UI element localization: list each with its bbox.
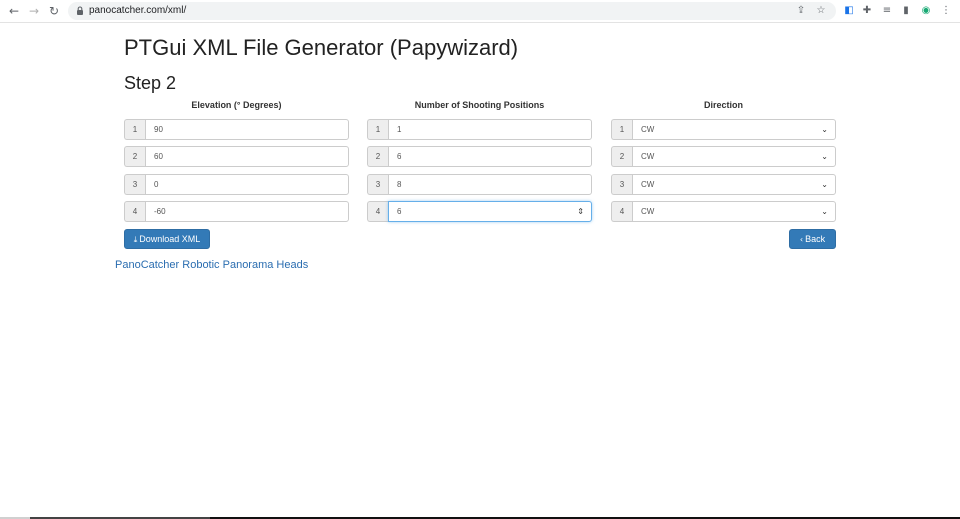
chevron-left-icon: ‹ (799, 235, 804, 244)
direction-select-3[interactable]: CW ⌄ (632, 174, 836, 195)
back-label: Back (805, 234, 826, 244)
elevation-row: 1 90 (124, 119, 349, 140)
positions-row: 3 8 (367, 174, 592, 195)
positions-header: Number of Shooting Positions (414, 100, 545, 110)
download-icon: ⤓ (133, 235, 138, 244)
forward-arrow-icon[interactable]: → (26, 3, 42, 19)
spinner-icon[interactable]: ⇕ (577, 202, 584, 221)
direction-row: 4 CW ⌄ (611, 201, 836, 222)
row-index: 1 (611, 119, 632, 140)
direction-row: 2 CW ⌄ (611, 146, 836, 167)
field-value: 8 (397, 180, 402, 189)
field-value: 90 (154, 125, 163, 134)
media-icon[interactable]: ≡ (880, 4, 894, 18)
positions-input-1[interactable]: 1 (388, 119, 592, 140)
elevation-input-4[interactable]: -60 (145, 201, 349, 222)
url-text: panocatcher.com/xml/ (89, 5, 187, 16)
positions-row: 2 6 (367, 146, 592, 167)
positions-input-4[interactable]: 6 ⇕ (388, 201, 592, 222)
direction-header: Direction (703, 100, 743, 110)
download-xml-button[interactable]: ⤓ Download XML (124, 229, 210, 249)
row-index: 2 (124, 146, 145, 167)
back-arrow-icon[interactable]: ← (6, 3, 22, 19)
row-index: 1 (367, 119, 388, 140)
direction-row: 3 CW ⌄ (611, 174, 836, 195)
field-value: CW (641, 125, 655, 134)
direction-row: 1 CW ⌄ (611, 119, 836, 140)
row-index: 4 (367, 201, 388, 222)
elevation-header: Elevation (° Degrees) (191, 100, 282, 110)
elevation-column: Elevation (° Degrees) 1 90 2 60 3 0 4 -6… (124, 100, 349, 222)
star-icon[interactable]: ☆ (814, 4, 828, 18)
extension-icon[interactable]: ◧ (842, 4, 856, 18)
row-index: 4 (611, 201, 632, 222)
chevron-down-icon: ⌄ (821, 180, 828, 189)
direction-select-2[interactable]: CW ⌄ (632, 146, 836, 167)
field-value: CW (641, 180, 655, 189)
back-button[interactable]: ‹ Back (789, 229, 836, 249)
puzzle-icon[interactable]: ✚ (860, 4, 874, 18)
field-value: 6 (397, 152, 402, 161)
side-panel-icon[interactable]: ▮ (899, 4, 913, 18)
elevation-input-1[interactable]: 90 (145, 119, 349, 140)
field-value: 6 (397, 207, 402, 216)
row-index: 3 (611, 174, 632, 195)
positions-input-2[interactable]: 6 (388, 146, 592, 167)
positions-row: 1 1 (367, 119, 592, 140)
elevation-row: 4 -60 (124, 201, 349, 222)
positions-row: 4 6 ⇕ (367, 201, 592, 222)
positions-input-3[interactable]: 8 (388, 174, 592, 195)
profile-icon[interactable]: ◉ (919, 4, 933, 18)
positions-column: Number of Shooting Positions 1 1 2 6 3 8… (367, 100, 592, 222)
address-bar[interactable]: panocatcher.com/xml/ ⇪ ☆ (68, 2, 836, 20)
chevron-down-icon: ⌄ (821, 207, 828, 216)
chevron-down-icon: ⌄ (821, 125, 828, 134)
panocatcher-link[interactable]: PanoCatcher Robotic Panorama Heads (115, 259, 308, 271)
direction-column: Direction 1 CW ⌄ 2 CW ⌄ 3 CW ⌄ 4 CW ⌄ (611, 100, 836, 222)
field-value: CW (641, 207, 655, 216)
row-index: 4 (124, 201, 145, 222)
row-index: 2 (611, 146, 632, 167)
field-value: 0 (154, 180, 159, 189)
row-index: 2 (367, 146, 388, 167)
direction-select-4[interactable]: CW ⌄ (632, 201, 836, 222)
elevation-row: 2 60 (124, 146, 349, 167)
elevation-input-2[interactable]: 60 (145, 146, 349, 167)
row-index: 3 (367, 174, 388, 195)
field-value: -60 (154, 207, 166, 216)
elevation-input-3[interactable]: 0 (145, 174, 349, 195)
row-index: 3 (124, 174, 145, 195)
reload-icon[interactable]: ↻ (46, 3, 62, 19)
step-title: Step 2 (124, 73, 177, 93)
elevation-row: 3 0 (124, 174, 349, 195)
browser-toolbar: ← → ↻ panocatcher.com/xml/ ⇪ ☆ ◧ ✚ ≡ ▮ ◉… (0, 0, 960, 23)
direction-select-1[interactable]: CW ⌄ (632, 119, 836, 140)
menu-icon[interactable]: ⋮ (939, 4, 953, 18)
download-label: Download XML (139, 234, 201, 244)
field-value: 60 (154, 152, 163, 161)
field-value: 1 (397, 125, 402, 134)
page-title: PTGui XML File Generator (Papywizard) (124, 35, 519, 60)
row-index: 1 (124, 119, 145, 140)
lock-icon (77, 6, 83, 15)
chevron-down-icon: ⌄ (821, 152, 828, 161)
field-value: CW (641, 152, 655, 161)
share-icon[interactable]: ⇪ (794, 4, 808, 18)
